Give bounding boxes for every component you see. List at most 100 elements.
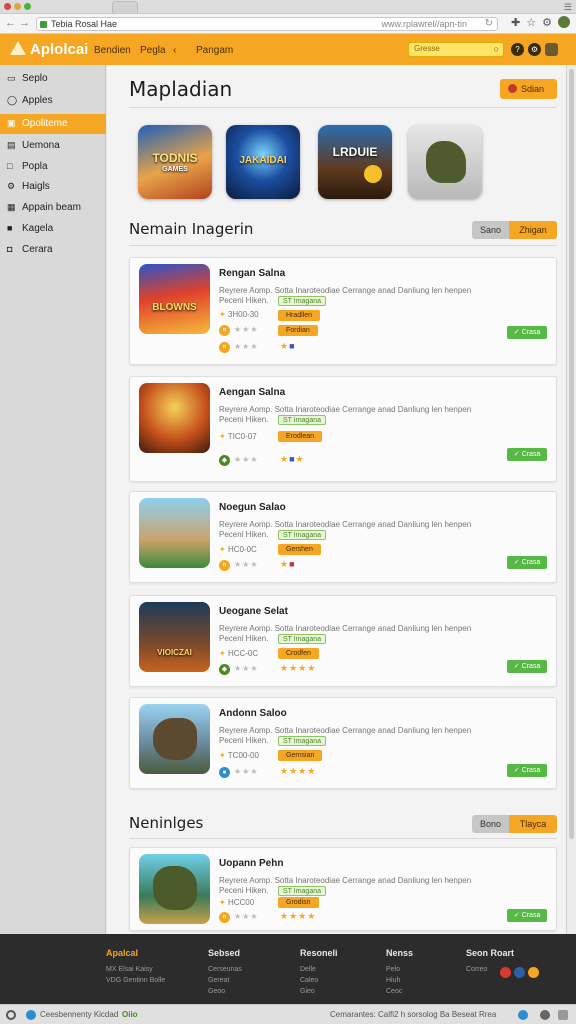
chevron-left-icon[interactable]: ‹ — [173, 45, 176, 56]
settings-icon[interactable]: ⚙ — [542, 16, 552, 29]
app-tag[interactable]: Erodlean — [278, 431, 323, 442]
nav-link-2[interactable]: Pegla — [140, 45, 166, 56]
app-tag[interactable]: Crodfen — [278, 648, 319, 659]
url-text[interactable]: www.rplawrel//apn-tin — [381, 19, 467, 29]
scrollbar-thumb[interactable] — [569, 69, 574, 839]
app-thumbnail[interactable] — [139, 383, 210, 453]
featured-app-2[interactable]: JAKAIDAI — [226, 125, 300, 199]
facebook-icon[interactable] — [514, 967, 525, 978]
app-card[interactable]: Andonn Saloo Reyrere Aomp. Sotta Inarote… — [129, 697, 557, 789]
footer-link[interactable]: Hiuh — [386, 975, 413, 986]
menu-icon[interactable]: ☰ — [564, 2, 572, 13]
sidebar-item-opoliteme[interactable]: ▣ Opoliteme — [0, 114, 106, 134]
app-logo[interactable]: Aplolcai — [30, 41, 88, 58]
help-icon[interactable]: ? — [511, 43, 524, 56]
info-icon[interactable] — [518, 1010, 528, 1020]
footer-link[interactable]: MX Elsai Kaisy — [106, 964, 165, 975]
bookmark-icon[interactable]: ☆ — [526, 16, 536, 29]
sidebar-item-popla[interactable]: □ Popla — [0, 157, 106, 177]
install-button[interactable]: ✓ Crasa — [507, 556, 547, 569]
footer-link[interactable]: Gereat — [208, 975, 242, 986]
footer-link[interactable]: Ceoc — [386, 986, 413, 997]
app-card[interactable]: Aengan Salna Reyrere Aomp. Sotta Inarote… — [129, 376, 557, 482]
footer-link[interactable]: Caleo — [300, 975, 338, 986]
footer-col-4: Nenss Pelo Hiuh Ceoc — [386, 948, 413, 997]
divider — [129, 838, 557, 839]
user-avatar[interactable] — [545, 43, 558, 56]
app-title[interactable]: Noegun Salao — [219, 502, 286, 513]
install-button[interactable]: ✓ Crasa — [507, 326, 547, 339]
section-2-tab-a[interactable]: Bono — [472, 815, 509, 833]
featured-app-1[interactable]: TODNIS GAMES — [138, 125, 212, 199]
pin-icon[interactable]: ✚ — [511, 16, 520, 29]
window-icon[interactable] — [558, 1010, 568, 1020]
app-thumbnail[interactable] — [139, 704, 210, 774]
app-thumbnail[interactable] — [139, 498, 210, 568]
footer-link[interactable]: VDG Gentinn Bolle — [106, 975, 165, 986]
footer-link[interactable]: Geoo — [208, 986, 242, 997]
nav-link-3[interactable]: Pangam — [196, 45, 233, 56]
sidebar-item-label: Appain beam — [22, 202, 81, 213]
app-title[interactable]: Ueogane Selat — [219, 606, 288, 617]
section-title-2: Neninlges — [129, 814, 204, 832]
arrow-right-icon[interactable]: → — [19, 17, 30, 30]
sidebar-item-apples[interactable]: ◯ Apples — [0, 91, 106, 111]
app-tag[interactable]: Grodisn — [278, 897, 319, 908]
app-thumbnail[interactable]: BLOWNS — [139, 264, 210, 334]
reload-icon[interactable]: ↻ — [485, 18, 493, 29]
address-bar[interactable]: Tebia Rosal Hae www.rplawrel//apn-tin ↻ — [36, 17, 498, 31]
app-tag-2[interactable]: Fordian — [278, 325, 318, 336]
app-title[interactable]: Uopann Pehn — [219, 858, 283, 869]
arrow-left-icon[interactable]: ← — [5, 17, 16, 30]
rss-icon[interactable] — [528, 967, 539, 978]
submit-button[interactable]: Sdian — [500, 79, 557, 99]
footer-link[interactable]: Gieo — [300, 986, 338, 997]
featured-app-3[interactable]: LRDUIE — [318, 125, 392, 199]
footer-link[interactable]: Pelo — [386, 964, 413, 975]
new-tab-button[interactable] — [112, 1, 138, 13]
sidebar-item-seplo[interactable]: ▭ Seplo — [0, 69, 106, 89]
sidebar-item-appain-beam[interactable]: ▦ Appain beam — [0, 198, 106, 218]
app-description: Reyrere Aomp. Sotta Inaroteodiae Cerrang… — [219, 726, 472, 735]
close-window-icon[interactable] — [4, 3, 11, 10]
sidebar-item-uemona[interactable]: ▤ Uemona — [0, 136, 106, 156]
maximize-window-icon[interactable] — [24, 3, 31, 10]
scrollbar[interactable] — [566, 65, 576, 934]
power-icon[interactable] — [6, 1010, 16, 1020]
app-card[interactable]: VIOICZAI Ueogane Selat Reyrere Aomp. Sot… — [129, 595, 557, 687]
rating-stars-gold: ★★★★ — [280, 663, 317, 673]
featured-app-4[interactable] — [408, 125, 482, 199]
app-thumbnail[interactable] — [139, 854, 210, 924]
section-2-tab-b[interactable]: Tlayca — [509, 815, 557, 833]
app-title[interactable]: Rengan Salna — [219, 268, 285, 279]
app-card[interactable]: Uopann Pehn Reyrere Aomp. Sotta Inaroteo… — [129, 847, 557, 931]
app-card[interactable]: Noegun Salao Reyrere Aomp. Sotta Inarote… — [129, 491, 557, 583]
app-meta-text: 3H00-30 — [227, 310, 259, 319]
section-1-tab-b[interactable]: Zhigan — [509, 221, 557, 239]
footer-link[interactable]: Delle — [300, 964, 338, 975]
profile-avatar[interactable] — [558, 16, 570, 28]
app-tag[interactable]: Hradllen — [278, 310, 321, 321]
sidebar-item-haigls[interactable]: ⚙ Haigls — [0, 177, 106, 197]
gear-icon[interactable]: ⚙ — [528, 43, 541, 56]
app-title[interactable]: Aengan Salna — [219, 387, 285, 398]
app-tag[interactable]: Gernsian — [278, 750, 323, 761]
app-card[interactable]: BLOWNS Rengan Salna Reyrere Aomp. Sotta … — [129, 257, 557, 365]
sidebar-item-kagela[interactable]: ■ Kagela — [0, 219, 106, 239]
install-button[interactable]: ✓ Crasa — [507, 909, 547, 922]
app-thumbnail[interactable]: VIOICZAI — [139, 602, 210, 672]
nav-link-1[interactable]: Bendien — [94, 45, 131, 56]
minimize-window-icon[interactable] — [14, 3, 21, 10]
sidebar-item-cerara[interactable]: ◘ Cerara — [0, 240, 106, 260]
app-tag[interactable]: Gershen — [278, 544, 321, 555]
section-1-tab-a[interactable]: Sano — [472, 221, 509, 239]
footer-link[interactable]: Cerseunas — [208, 964, 242, 975]
youtube-icon[interactable] — [500, 967, 511, 978]
install-button[interactable]: ✓ Crasa — [507, 660, 547, 673]
search-input[interactable]: Gresse ○ — [408, 42, 504, 57]
install-button[interactable]: ✓ Crasa — [507, 448, 547, 461]
search-icon[interactable]: ○ — [494, 44, 499, 54]
settings-icon[interactable] — [540, 1010, 550, 1020]
app-title[interactable]: Andonn Saloo — [219, 708, 287, 719]
install-button[interactable]: ✓ Crasa — [507, 764, 547, 777]
